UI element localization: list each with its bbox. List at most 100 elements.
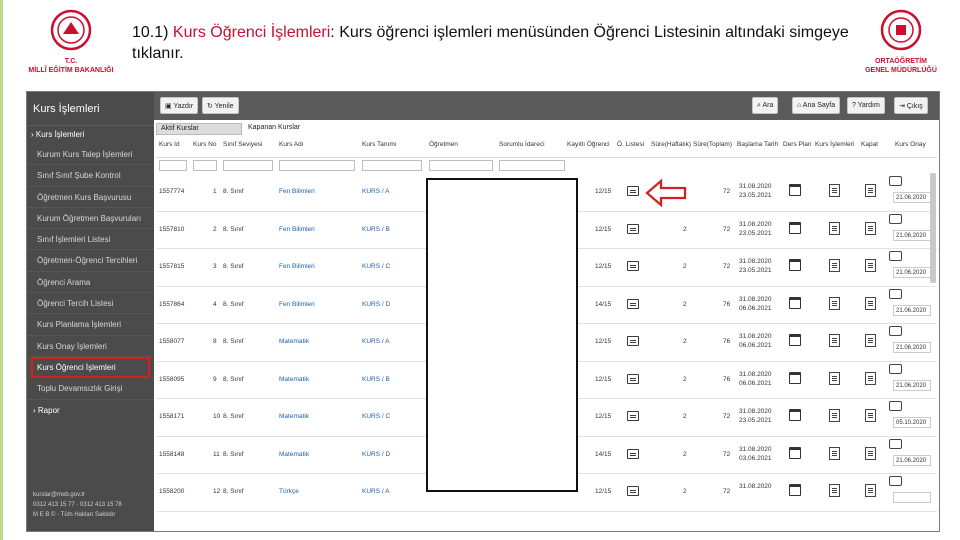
help-button[interactable]: ? Yardım bbox=[847, 97, 885, 114]
sidebar-item[interactable]: Toplu Devamsızlık Girişi bbox=[27, 378, 154, 400]
column-header[interactable]: Süre(Haftalık) bbox=[651, 141, 691, 148]
close-course-icon[interactable] bbox=[865, 446, 876, 460]
student-list-icon[interactable] bbox=[627, 448, 639, 459]
close-course-icon[interactable] bbox=[865, 409, 876, 422]
column-header[interactable]: Süre(Toplam) bbox=[693, 141, 732, 148]
cell-kurs-adi[interactable]: Fen Bilimleri bbox=[279, 301, 315, 308]
filter-kurs-no-input[interactable] bbox=[193, 160, 217, 171]
cell-kurs-tanimi[interactable]: KURS / A bbox=[362, 188, 389, 195]
column-header[interactable]: Başlama Tarih bbox=[737, 141, 778, 148]
column-header[interactable]: Kapat bbox=[861, 141, 878, 148]
tab-kapanan-kurslar[interactable]: Kapanan Kurslar bbox=[244, 123, 304, 135]
course-operations-icon[interactable] bbox=[829, 334, 840, 347]
student-list-icon[interactable] bbox=[627, 336, 639, 346]
print-approval-icon[interactable] bbox=[889, 213, 902, 224]
lesson-plan-icon[interactable] bbox=[789, 259, 801, 271]
lesson-plan-icon[interactable] bbox=[789, 446, 801, 459]
cell-kurs-adi[interactable]: Fen Bilimleri bbox=[279, 226, 315, 233]
close-course-icon[interactable] bbox=[865, 259, 876, 272]
column-header[interactable]: Sorumlu İdareci bbox=[499, 141, 545, 148]
student-list-icon[interactable] bbox=[627, 411, 639, 421]
sidebar-group-kurs-islemleri[interactable]: › Kurs İşlemleri bbox=[27, 126, 154, 144]
close-course-icon[interactable] bbox=[865, 221, 876, 235]
student-list-icon[interactable] bbox=[627, 486, 639, 496]
course-operations-icon[interactable] bbox=[829, 296, 840, 310]
sidebar-item[interactable]: Kurs Onay İşlemleri bbox=[27, 336, 154, 357]
column-header[interactable]: Kurs Onay bbox=[895, 141, 926, 148]
course-operations-icon[interactable] bbox=[829, 371, 840, 385]
cell-kurs-tanimi[interactable]: KURS / A bbox=[362, 338, 389, 345]
sidebar-item[interactable]: Kurs Planlama İşlemleri bbox=[27, 314, 154, 336]
filter-idareci-input[interactable] bbox=[499, 160, 565, 171]
lesson-plan-icon[interactable] bbox=[789, 484, 801, 496]
close-course-icon[interactable] bbox=[865, 184, 876, 197]
lesson-plan-icon[interactable] bbox=[789, 296, 801, 309]
student-list-icon[interactable] bbox=[627, 261, 639, 271]
sidebar-item[interactable]: Öğretmen Kurs Başvurusu bbox=[27, 187, 154, 208]
print-approval-icon[interactable] bbox=[889, 476, 902, 486]
sidebar-item[interactable]: Öğretmen-Öğrenci Tercihleri bbox=[27, 250, 154, 272]
column-header[interactable]: Kurs İşlemleri bbox=[815, 141, 854, 148]
sidebar-item[interactable]: Sınıf İşlemleri Listesi bbox=[27, 229, 154, 251]
student-list-icon[interactable] bbox=[627, 373, 639, 384]
column-header[interactable]: Kurs Tanımı bbox=[362, 141, 397, 148]
close-course-icon[interactable] bbox=[865, 296, 876, 310]
table-scrollbar[interactable] bbox=[930, 173, 936, 283]
cell-kurs-tanimi[interactable]: KURS / B bbox=[362, 226, 390, 233]
sidebar-item[interactable]: Kurs Öğrenci İşlemleri bbox=[31, 356, 150, 379]
course-operations-icon[interactable] bbox=[829, 446, 840, 460]
course-operations-icon[interactable] bbox=[829, 484, 840, 497]
lesson-plan-icon[interactable] bbox=[789, 221, 801, 234]
cell-kurs-tanimi[interactable]: KURS / C bbox=[362, 413, 390, 420]
column-header[interactable]: Öğretmen bbox=[429, 141, 458, 148]
filter-kurs-id-input[interactable] bbox=[159, 160, 187, 171]
search-button[interactable]: ⌕ Ara bbox=[752, 97, 779, 114]
close-course-icon[interactable] bbox=[865, 334, 876, 347]
column-header[interactable]: Ders Plan bbox=[783, 141, 812, 148]
sidebar-item[interactable]: Öğrenci Tercih Listesi bbox=[27, 293, 154, 315]
print-approval-icon[interactable] bbox=[889, 326, 902, 336]
sidebar-item[interactable]: Öğrenci Arama bbox=[27, 272, 154, 294]
print-approval-icon[interactable] bbox=[889, 176, 902, 186]
cell-kurs-tanimi[interactable]: KURS / D bbox=[362, 301, 390, 308]
cell-kurs-tanimi[interactable]: KURS / D bbox=[362, 451, 390, 458]
filter-kurs-tanimi-input[interactable] bbox=[362, 160, 422, 171]
print-approval-icon[interactable] bbox=[889, 401, 902, 411]
column-header[interactable]: Sınıf Seviyesi bbox=[223, 141, 262, 148]
sidebar-item[interactable]: Kurum Öğretmen Başvuruları bbox=[27, 208, 154, 230]
cell-kurs-adi[interactable]: Matematik bbox=[279, 413, 309, 420]
course-operations-icon[interactable] bbox=[829, 259, 840, 272]
column-header[interactable]: Ö. Listesi bbox=[617, 141, 644, 148]
close-course-icon[interactable] bbox=[865, 371, 876, 385]
print-approval-icon[interactable] bbox=[889, 288, 902, 299]
cell-kurs-adi[interactable]: Matematik bbox=[279, 338, 309, 345]
student-list-icon[interactable] bbox=[627, 298, 639, 309]
student-list-icon[interactable] bbox=[627, 223, 639, 234]
sidebar-item-rapor[interactable]: › Rapor bbox=[27, 400, 154, 415]
cell-kurs-adi[interactable]: Fen Bilimleri bbox=[279, 188, 315, 195]
filter-seviye-input[interactable] bbox=[223, 160, 273, 171]
student-list-icon[interactable] bbox=[627, 186, 639, 196]
lesson-plan-icon[interactable] bbox=[789, 371, 801, 384]
cell-kurs-tanimi[interactable]: KURS / A bbox=[362, 488, 389, 495]
lesson-plan-icon[interactable] bbox=[789, 409, 801, 421]
sidebar-item[interactable]: Kurum Kurs Talep İşlemleri bbox=[27, 144, 154, 166]
cell-kurs-adi[interactable]: Türkçe bbox=[279, 488, 299, 495]
print-approval-icon[interactable] bbox=[889, 363, 902, 374]
cell-kurs-adi[interactable]: Matematik bbox=[279, 376, 309, 383]
course-operations-icon[interactable] bbox=[829, 221, 840, 235]
sidebar-item[interactable]: Sınıf Sınıf Şube Kontrol bbox=[27, 165, 154, 187]
home-button[interactable]: ⌂ Ana Sayfa bbox=[792, 97, 841, 114]
column-header[interactable]: Kayıtlı Öğrenci bbox=[567, 141, 610, 148]
cell-kurs-adi[interactable]: Fen Bilimleri bbox=[279, 263, 315, 270]
refresh-button[interactable]: ↻ Yenile bbox=[202, 97, 239, 114]
filter-kurs-adi-input[interactable] bbox=[279, 160, 355, 171]
lesson-plan-icon[interactable] bbox=[789, 184, 801, 196]
print-button[interactable]: ▣ Yazdır bbox=[160, 97, 199, 114]
filter-ogretmen-input[interactable] bbox=[429, 160, 493, 171]
course-operations-icon[interactable] bbox=[829, 409, 840, 422]
print-approval-icon[interactable] bbox=[889, 251, 902, 261]
column-header[interactable]: Kurs No bbox=[193, 141, 216, 148]
logout-button[interactable]: ⇥ Çıkış bbox=[894, 97, 928, 114]
lesson-plan-icon[interactable] bbox=[789, 334, 801, 346]
